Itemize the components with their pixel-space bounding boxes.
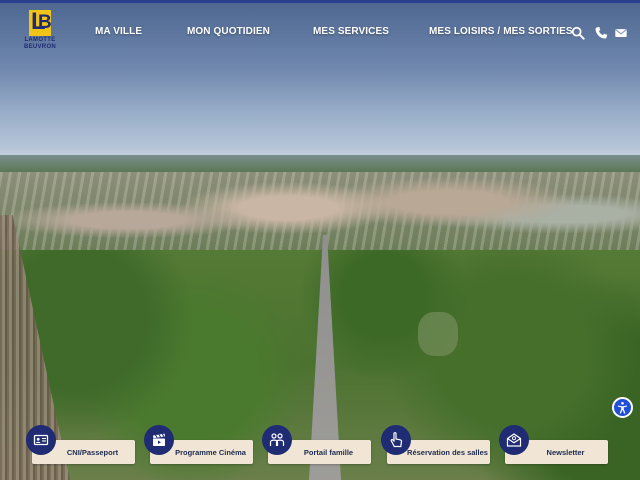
nav-item-ma-ville[interactable]: MA VILLE <box>95 26 142 40</box>
logo-line-2: BEUVRON <box>23 44 57 50</box>
pointer-icon <box>381 425 411 455</box>
mail-icon[interactable] <box>614 26 628 40</box>
id-card-icon <box>26 425 56 455</box>
nav-item-mon-quotidien[interactable]: MON QUOTIDIEN <box>187 26 270 40</box>
phone-icon[interactable] <box>594 26 608 40</box>
clapperboard-icon <box>144 425 174 455</box>
search-icon[interactable] <box>571 26 585 40</box>
accessibility-button[interactable] <box>612 397 633 418</box>
family-icon <box>262 425 292 455</box>
accessibility-icon <box>617 401 628 414</box>
logo-mark: LB <box>29 8 52 36</box>
pond <box>418 312 458 356</box>
envelope-icon <box>499 425 529 455</box>
logo-line-1: LAMOTTE <box>24 37 56 43</box>
logo-text: LAMOTTE BEUVRON <box>22 37 58 51</box>
nav-item-mes-loisirs[interactable]: MES LOISIRS / MES SORTIES <box>429 26 573 40</box>
site-logo[interactable]: LB LAMOTTE BEUVRON <box>22 8 58 58</box>
top-accent-bar <box>0 0 640 3</box>
nav-item-mes-services[interactable]: MES SERVICES <box>313 26 389 40</box>
hero-aerial-photo <box>0 0 640 480</box>
